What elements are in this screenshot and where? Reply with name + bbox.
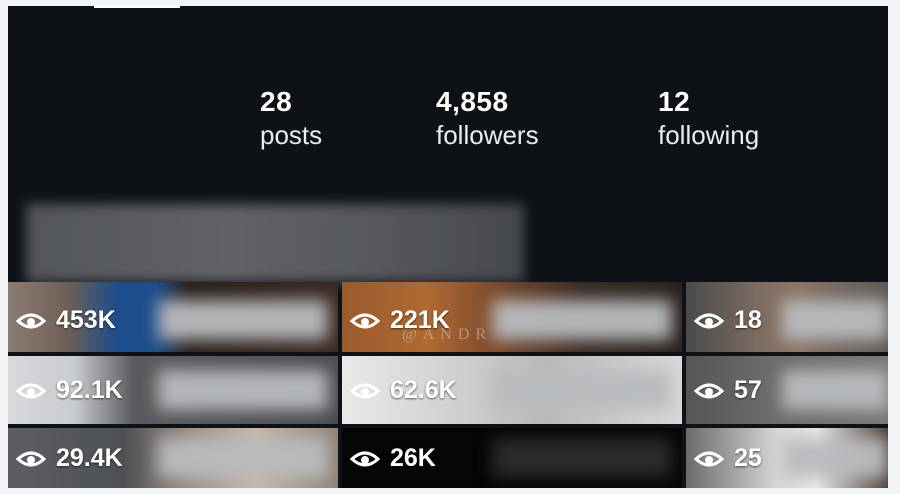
post-tile[interactable]: 453K xyxy=(8,282,338,352)
post-tile[interactable]: 25 xyxy=(686,428,888,488)
following-stat[interactable]: 12 following xyxy=(658,86,759,152)
view-count: 62.6K xyxy=(350,376,457,405)
profile-screen: 28 posts 4,858 followers 12 following 45… xyxy=(8,6,888,488)
posts-grid: 453K @ANDR 221K 18 92.1K 62.6K 57 29.4K … xyxy=(8,282,888,488)
view-count-text: 57 xyxy=(734,376,762,404)
post-tile[interactable]: 92.1K xyxy=(8,356,338,424)
eye-icon xyxy=(16,451,46,466)
view-count-text: 25 xyxy=(734,444,762,472)
view-count-text: 453K xyxy=(56,306,116,334)
view-count: 29.4K xyxy=(16,444,123,473)
posts-stat[interactable]: 28 posts xyxy=(260,86,322,152)
post-tile[interactable]: 57 xyxy=(686,356,888,424)
followers-count: 4,858 xyxy=(436,86,509,117)
view-count-text: 62.6K xyxy=(390,376,457,404)
eye-icon xyxy=(694,383,724,398)
view-count: 57 xyxy=(694,376,762,405)
view-count: 453K xyxy=(16,306,116,335)
view-count-text: 29.4K xyxy=(56,444,123,472)
view-count-text: 221K xyxy=(390,306,450,334)
view-count: 25 xyxy=(694,444,762,473)
posts-label: posts xyxy=(260,120,323,150)
post-tile[interactable]: 18 xyxy=(686,282,888,352)
view-count-text: 26K xyxy=(390,444,436,472)
post-tile[interactable]: 29.4K xyxy=(8,428,338,488)
top-indicator xyxy=(94,6,180,8)
view-count: 92.1K xyxy=(16,376,123,405)
eye-icon xyxy=(694,451,724,466)
eye-icon xyxy=(16,313,46,328)
view-count: 26K xyxy=(350,444,436,473)
posts-count: 28 xyxy=(260,86,293,117)
eye-icon xyxy=(350,313,380,328)
redacted-bio xyxy=(26,204,524,282)
following-label: following xyxy=(658,120,760,150)
eye-icon xyxy=(694,313,724,328)
followers-label: followers xyxy=(436,120,539,150)
followers-stat[interactable]: 4,858 followers xyxy=(436,86,539,152)
eye-icon xyxy=(350,451,380,466)
post-tile[interactable]: 26K xyxy=(342,428,682,488)
post-tile[interactable]: 62.6K xyxy=(342,356,682,424)
eye-icon xyxy=(16,383,46,398)
view-count-text: 18 xyxy=(734,306,762,334)
view-count-text: 92.1K xyxy=(56,376,123,404)
post-tile[interactable]: @ANDR 221K xyxy=(342,282,682,352)
following-count: 12 xyxy=(658,86,691,117)
view-count: 18 xyxy=(694,306,762,335)
eye-icon xyxy=(350,383,380,398)
view-count: 221K xyxy=(350,306,450,335)
